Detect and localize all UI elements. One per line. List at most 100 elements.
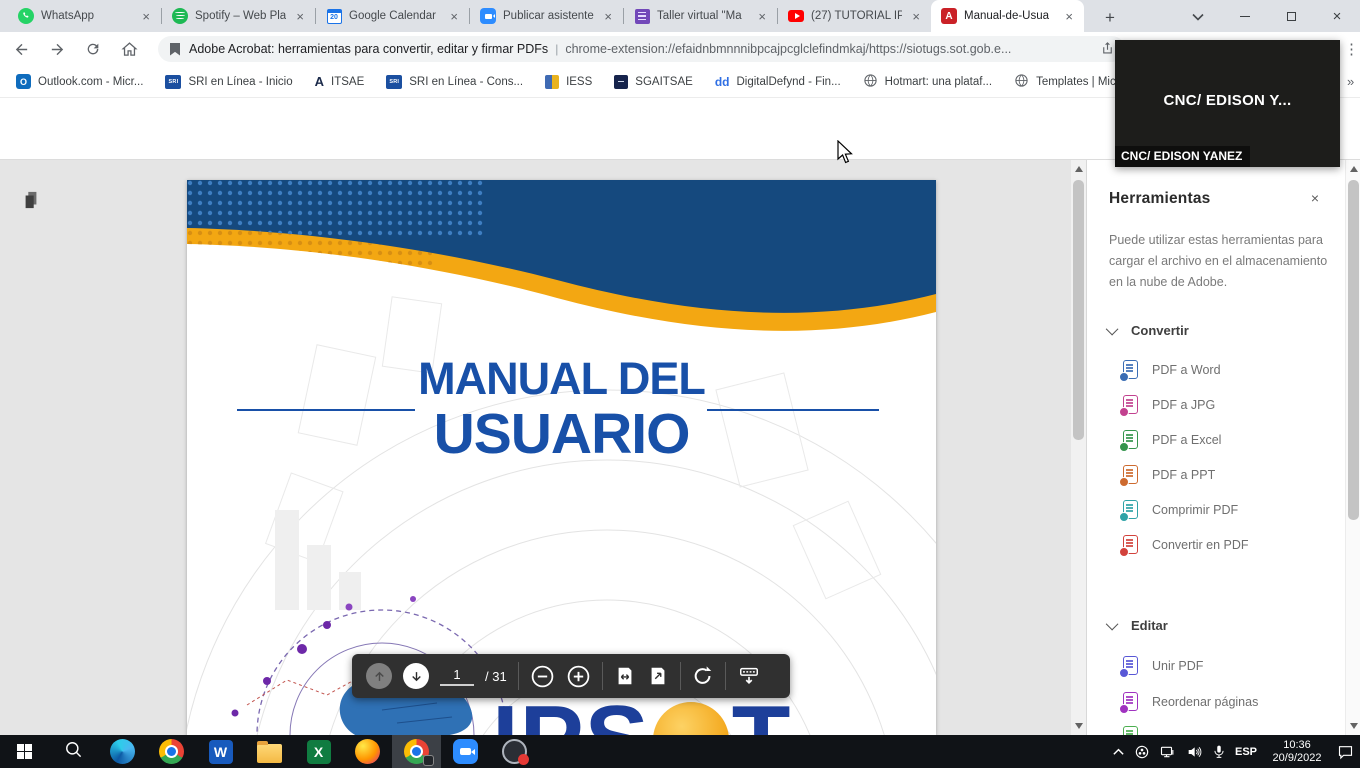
bookmark-outlook[interactable]: OOutlook.com - Micr... — [16, 74, 143, 89]
notification-center-icon[interactable] — [1337, 744, 1354, 760]
tab-close-icon[interactable]: × — [293, 9, 307, 24]
address-bar[interactable]: Adobe Acrobat: herramientas para convert… — [158, 36, 1125, 62]
tab-close-icon[interactable]: × — [601, 9, 615, 24]
tool-pdf-a-jpg[interactable]: PDF a JPG — [1123, 395, 1215, 414]
obs-tray-icon[interactable] — [1134, 744, 1150, 760]
bookmark-iess[interactable]: IESS — [545, 75, 592, 89]
window-minimize-button[interactable] — [1222, 0, 1268, 32]
bookmark-label: Outlook.com - Micr... — [38, 76, 143, 88]
tool-partial-hidden[interactable] — [1123, 726, 1138, 735]
toolbar-pin-button[interactable] — [737, 665, 761, 687]
iess-icon — [545, 75, 559, 89]
tab-search-chevron-icon[interactable] — [1192, 8, 1204, 26]
scroll-up-icon[interactable] — [1350, 166, 1358, 172]
window-restore-button[interactable] — [1268, 0, 1314, 32]
section-editar[interactable]: Editar — [1109, 618, 1168, 633]
tool-unir-pdf[interactable]: Unir PDF — [1123, 656, 1203, 675]
taskbar-zoom[interactable] — [441, 735, 490, 768]
tray-expand-chevron-icon[interactable] — [1112, 747, 1125, 756]
window-close-button[interactable]: × — [1314, 0, 1360, 32]
language-indicator[interactable]: ESP — [1235, 746, 1257, 758]
page-number-input[interactable]: 1 — [440, 667, 474, 686]
fit-page-button[interactable] — [647, 665, 669, 687]
cover-top-band — [187, 180, 936, 345]
bookmark-sgaitsae[interactable]: SGAITSAE — [614, 75, 693, 89]
fit-width-button[interactable] — [614, 665, 636, 687]
tab-label: Taller virtual "Ma — [657, 10, 748, 22]
tool-pdf-a-word[interactable]: PDF a Word — [1123, 360, 1221, 379]
extension-pin-icon — [170, 43, 180, 56]
taskbar-edge[interactable] — [98, 735, 147, 768]
sidebar-scrollbar[interactable] — [1345, 160, 1360, 735]
tab-close-icon[interactable]: × — [139, 9, 153, 24]
bookmark-sri-consultas[interactable]: SRISRI en Línea - Cons... — [386, 75, 523, 89]
toolbar-divider — [602, 662, 603, 690]
tab-label: Manual-de-Usua — [964, 10, 1055, 22]
bookmark-itsae[interactable]: AITSAE — [315, 74, 365, 89]
zoom-in-button[interactable] — [566, 664, 591, 689]
tab-youtube[interactable]: (27) TUTORIAL IP × — [778, 0, 931, 32]
new-tab-button[interactable]: + — [1096, 4, 1124, 32]
taskbar-excel[interactable]: X — [294, 735, 343, 768]
close-icon[interactable]: × — [1311, 190, 1319, 206]
mouse-cursor — [836, 140, 855, 170]
tab-close-icon[interactable]: × — [909, 9, 923, 24]
tab-close-icon[interactable]: × — [1062, 9, 1076, 24]
microphone-icon[interactable] — [1212, 743, 1226, 760]
tab-google-forms[interactable]: Taller virtual "Ma × — [624, 0, 777, 32]
tab-label: Publicar asistente — [503, 10, 594, 22]
start-button[interactable] — [0, 735, 49, 768]
scroll-down-icon[interactable] — [1350, 723, 1358, 729]
taskbar-file-explorer[interactable] — [245, 735, 294, 768]
taskbar-obs[interactable] — [490, 735, 539, 768]
bookmark-sri-inicio[interactable]: SRISRI en Línea - Inicio — [165, 75, 292, 89]
taskbar-search-button[interactable] — [49, 735, 98, 768]
convert-to-pdf-icon — [1123, 535, 1138, 554]
zoom-out-button[interactable] — [530, 664, 555, 689]
scrollbar-thumb[interactable] — [1348, 180, 1359, 520]
back-icon[interactable] — [6, 34, 36, 64]
section-convertir[interactable]: Convertir — [1109, 323, 1189, 338]
taskbar-clock[interactable]: 10:36 20/9/2022 — [1266, 739, 1328, 765]
tab-manual-pdf-active[interactable]: A Manual-de-Usua × — [931, 0, 1084, 32]
toolbar-divider — [725, 662, 726, 690]
scroll-down-icon[interactable] — [1075, 723, 1083, 729]
pdf-scrollbar[interactable] — [1071, 160, 1086, 735]
bookmark-hotmart[interactable]: Hotmart: una plataf... — [863, 73, 992, 91]
tool-comprimir-pdf[interactable]: Comprimir PDF — [1123, 500, 1238, 519]
tab-close-icon[interactable]: × — [447, 9, 461, 24]
bookmarks-overflow-icon[interactable]: » — [1347, 74, 1354, 89]
rotate-page-button[interactable] — [692, 665, 714, 687]
browser-menu-icon[interactable]: ⋮ — [1344, 40, 1359, 58]
zoom-camera-icon — [480, 8, 496, 24]
reload-icon[interactable] — [78, 34, 108, 64]
forward-icon[interactable] — [42, 34, 72, 64]
page-thumbnails-icon[interactable] — [22, 190, 40, 215]
bookmark-digitaldefynd[interactable]: ddDigitalDefynd - Fin... — [715, 75, 841, 89]
home-icon[interactable] — [114, 34, 144, 64]
file-explorer-icon — [257, 744, 282, 763]
tab-whatsapp[interactable]: WhatsApp × — [8, 0, 161, 32]
previous-page-button[interactable] — [366, 663, 392, 689]
video-participant-overlay[interactable]: CNC/ EDISON Y... CNC/ EDISON YANEZ — [1115, 40, 1340, 167]
scrollbar-thumb[interactable] — [1073, 180, 1084, 440]
scroll-up-icon[interactable] — [1075, 166, 1083, 172]
next-page-button[interactable] — [403, 663, 429, 689]
tab-label: (27) TUTORIAL IP — [811, 10, 902, 22]
tab-close-icon[interactable]: × — [755, 9, 769, 24]
volume-icon[interactable] — [1185, 744, 1203, 760]
taskbar-chrome-active[interactable] — [392, 735, 441, 768]
tool-pdf-a-excel[interactable]: PDF a Excel — [1123, 430, 1221, 449]
tool-convertir-en-pdf[interactable]: Convertir en PDF — [1123, 535, 1249, 554]
network-icon[interactable] — [1159, 744, 1176, 760]
share-icon[interactable] — [1100, 41, 1115, 61]
tab-google-calendar[interactable]: 20 Google Calendar × — [316, 0, 469, 32]
taskbar-word[interactable]: W — [196, 735, 245, 768]
reorder-pages-icon — [1123, 692, 1138, 711]
tab-spotify[interactable]: Spotify – Web Pla × — [162, 0, 315, 32]
tool-pdf-a-ppt[interactable]: PDF a PPT — [1123, 465, 1215, 484]
taskbar-firefox[interactable] — [343, 735, 392, 768]
taskbar-chrome[interactable] — [147, 735, 196, 768]
tab-zoom-publicar[interactable]: Publicar asistente × — [470, 0, 623, 32]
tool-reordenar-paginas[interactable]: Reordenar páginas — [1123, 692, 1258, 711]
